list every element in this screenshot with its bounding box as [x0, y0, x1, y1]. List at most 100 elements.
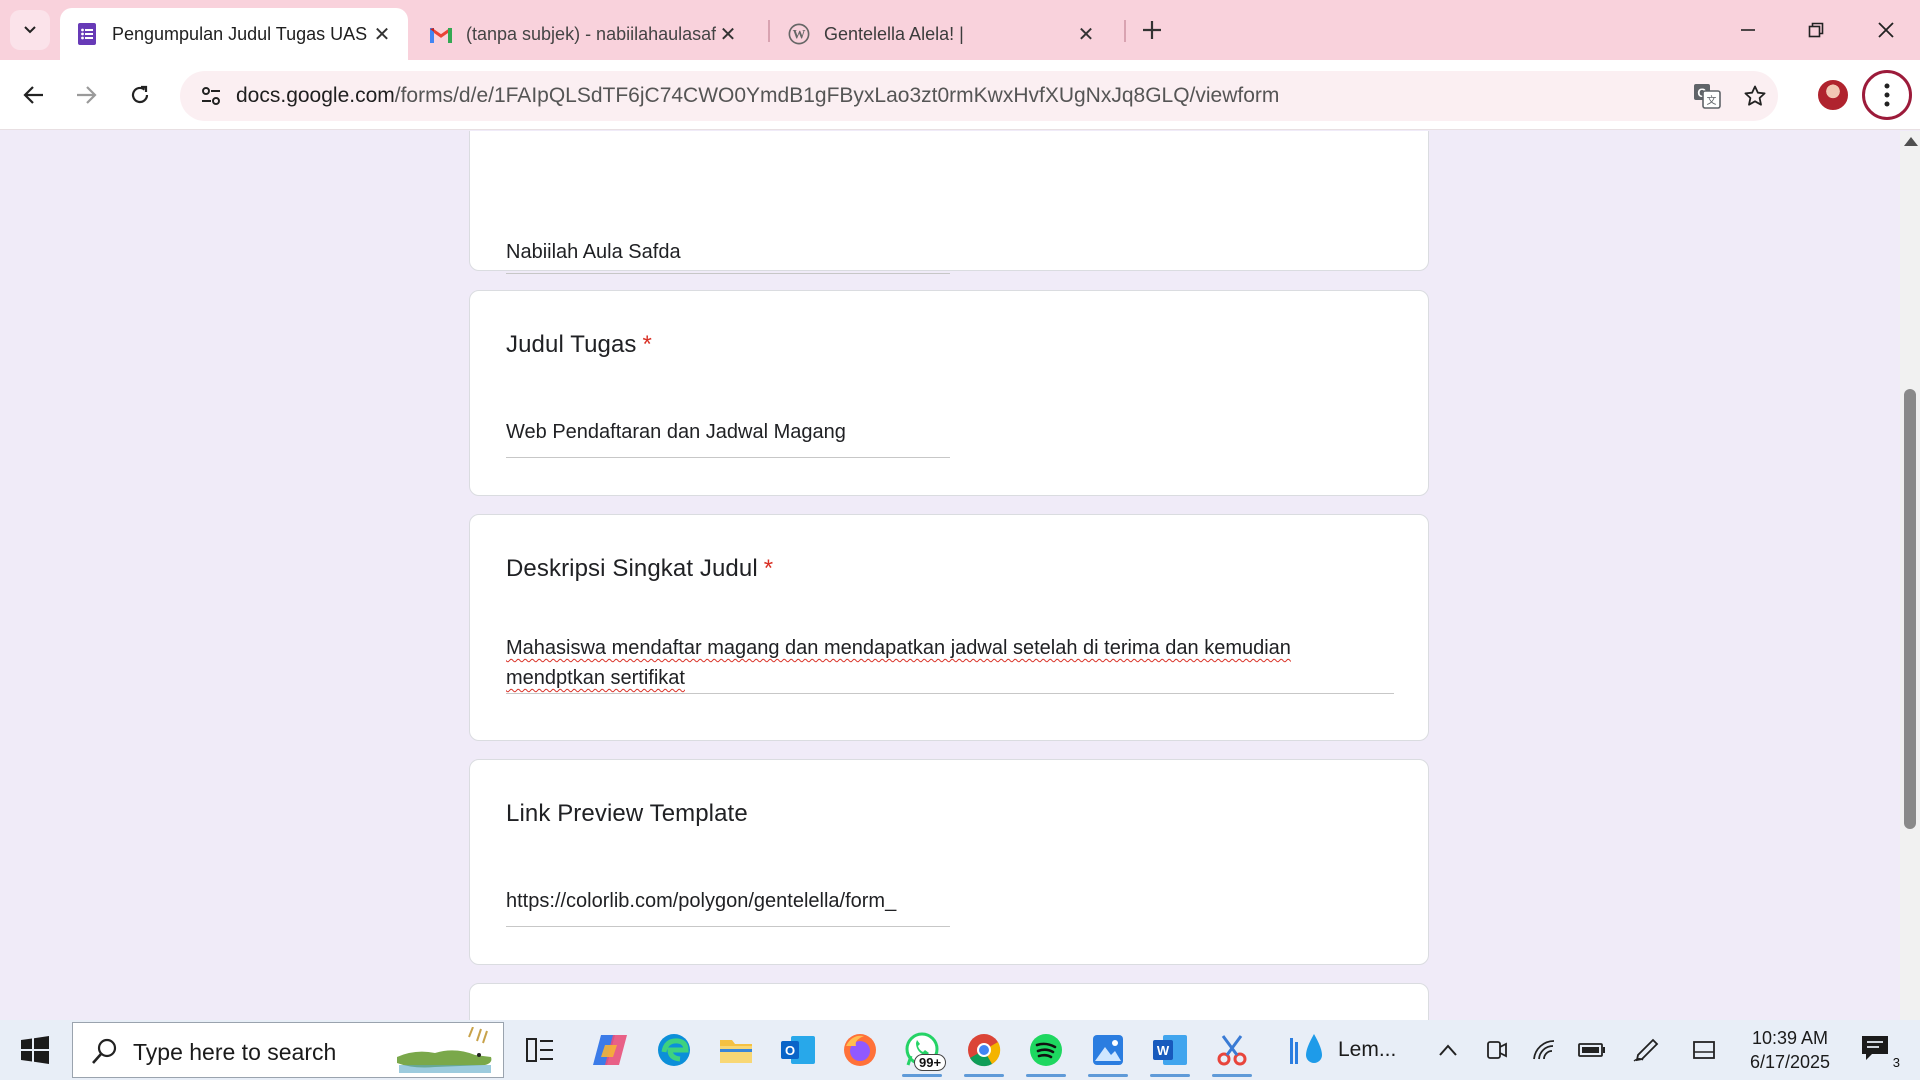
tab-separator: [1124, 20, 1126, 42]
arrow-left-icon: [23, 86, 43, 104]
copilot-app[interactable]: [584, 1026, 636, 1074]
close-tab-icon[interactable]: ✕: [716, 22, 740, 46]
tab-gmail[interactable]: (tanpa subjek) - nabiilahaulasafi ✕: [414, 8, 754, 60]
minimize-button[interactable]: [1714, 0, 1782, 60]
answer-underline: [506, 693, 1394, 694]
keyboard-tray[interactable]: [1686, 1034, 1722, 1066]
clock-date: 6/17/2025: [1749, 1052, 1831, 1072]
spotify-app[interactable]: [1020, 1026, 1072, 1077]
bookmark-button[interactable]: [1738, 79, 1772, 113]
chrome-app[interactable]: [958, 1026, 1010, 1077]
windows-taskbar: Type here to search O 99+ W Lem... 10:39…: [0, 1020, 1920, 1080]
arrow-right-icon: [77, 86, 97, 104]
close-tab-icon[interactable]: ✕: [370, 22, 394, 46]
clock-time: 10:39 AM: [1751, 1028, 1829, 1048]
outlook-app[interactable]: O: [772, 1026, 824, 1074]
google-forms-icon: [76, 23, 98, 45]
file-explorer-app[interactable]: [710, 1026, 762, 1074]
answer-underline: [506, 457, 950, 458]
question-card-name: Nabiilah Aula Safda: [469, 131, 1429, 274]
page-scrollbar[interactable]: [1900, 131, 1920, 1020]
folder-icon: [720, 1040, 752, 1063]
tab-search-button[interactable]: [10, 10, 50, 50]
task-view-icon: [526, 1038, 553, 1062]
svg-text:W: W: [1157, 1043, 1170, 1058]
svg-text:W: W: [793, 28, 806, 42]
search-placeholder: Type here to search: [133, 1039, 337, 1065]
scissors-icon: [1217, 1035, 1247, 1066]
reload-button[interactable]: [118, 73, 162, 117]
address-bar[interactable]: docs.google.com/forms/d/e/1FAIpQLSdTF6jC…: [180, 71, 1778, 121]
question-card-link-preview: Link Preview Template https://colorlib.c…: [469, 759, 1429, 965]
form-page: Nabiilah Aula Safda Judul Tugas * Web Pen…: [0, 131, 1900, 1020]
battery-icon: [1578, 1043, 1605, 1057]
spotify-icon: [1030, 1034, 1062, 1066]
close-window-button[interactable]: [1852, 0, 1920, 60]
answer-underline: [506, 273, 950, 274]
new-tab-button[interactable]: [1132, 14, 1172, 46]
scrollbar-thumb[interactable]: [1904, 389, 1916, 829]
show-hidden-icons[interactable]: [1430, 1034, 1466, 1066]
pen-icon: [1633, 1038, 1659, 1062]
action-center-button[interactable]: 3: [1860, 1034, 1902, 1070]
translate-button[interactable]: G文: [1690, 79, 1724, 113]
whatsapp-app[interactable]: 99+: [896, 1026, 948, 1077]
required-asterisk: *: [763, 555, 774, 582]
answer-text[interactable]: Web Pendaftaran dan Jadwal Magang: [506, 421, 846, 444]
minimize-icon: [1741, 29, 1755, 31]
close-tab-icon[interactable]: ✕: [1074, 22, 1098, 46]
app-label[interactable]: Lem...: [1338, 1038, 1396, 1062]
close-icon: [1878, 22, 1894, 38]
task-view-button[interactable]: [514, 1026, 566, 1074]
pen-tray[interactable]: [1628, 1034, 1664, 1066]
word-icon: W: [1153, 1035, 1187, 1065]
forward-button[interactable]: [64, 73, 108, 117]
svg-text:文: 文: [1707, 94, 1717, 107]
scroll-up-arrow[interactable]: [1904, 137, 1918, 146]
url-text: docs.google.com/forms/d/e/1FAIpQLSdTF6jC…: [236, 84, 1279, 108]
wordpress-icon: W: [788, 23, 810, 45]
browser-menu-button[interactable]: [1862, 70, 1912, 120]
answer-textarea[interactable]: Mahasiswa mendaftar magang dan mendapatk…: [506, 633, 1394, 693]
wifi-icon: [1533, 1040, 1555, 1060]
back-button[interactable]: [12, 73, 56, 117]
droplet-app[interactable]: [1284, 1026, 1332, 1074]
edge-app[interactable]: [648, 1026, 700, 1074]
answer-underline: [506, 926, 950, 927]
taskbar-search[interactable]: Type here to search: [72, 1022, 504, 1078]
answer-text[interactable]: https://colorlib.com/polygon/gentelella/…: [506, 890, 950, 913]
network-tray[interactable]: [1526, 1034, 1562, 1066]
taskbar-clock[interactable]: 10:39 AM 6/17/2025: [1730, 1026, 1850, 1074]
notification-badge: 99+: [914, 1054, 947, 1071]
firefox-app[interactable]: [834, 1026, 886, 1074]
battery-tray[interactable]: [1574, 1034, 1610, 1066]
site-info-button[interactable]: [194, 79, 228, 113]
answer-text[interactable]: Nabiilah Aula Safda: [506, 241, 681, 264]
gmail-icon: [430, 23, 452, 45]
tab-separator: [768, 20, 770, 42]
tab-forms[interactable]: Pengumpulan Judul Tugas UAS ✕: [60, 8, 408, 60]
snipping-tool-app[interactable]: [1206, 1026, 1258, 1077]
url-path: /forms/d/e/1FAIpQLSdTF6jC74CWO0YmdB1gFBy…: [394, 84, 1280, 107]
camera-icon: [1487, 1041, 1507, 1059]
profile-avatar[interactable]: [1816, 78, 1850, 112]
question-title: Link Preview Template: [506, 800, 748, 827]
chevron-down-icon: [24, 26, 36, 34]
question-card-next: [469, 983, 1429, 1020]
windows-logo-icon: [21, 1036, 49, 1064]
browser-toolbar: docs.google.com/forms/d/e/1FAIpQLSdTF6jC…: [0, 60, 1920, 130]
url-host: docs.google.com: [236, 84, 395, 107]
photos-app[interactable]: [1082, 1026, 1134, 1077]
crocodile-search-highlight-icon: [397, 1027, 492, 1073]
tab-gentelella[interactable]: W Gentelella Alela! | ✕: [772, 8, 1112, 60]
edge-icon: [658, 1034, 690, 1066]
water-drop-icon: [1290, 1034, 1322, 1064]
meet-now-tray[interactable]: [1478, 1034, 1514, 1066]
star-outline-icon: [1744, 85, 1766, 106]
restore-button[interactable]: [1782, 0, 1850, 60]
start-button[interactable]: [14, 1034, 56, 1066]
question-title-text: Deskripsi Singkat Judul: [506, 555, 758, 582]
tune-icon: [202, 87, 220, 105]
word-app[interactable]: W: [1144, 1026, 1196, 1077]
touch-keyboard-icon: [1693, 1041, 1715, 1059]
